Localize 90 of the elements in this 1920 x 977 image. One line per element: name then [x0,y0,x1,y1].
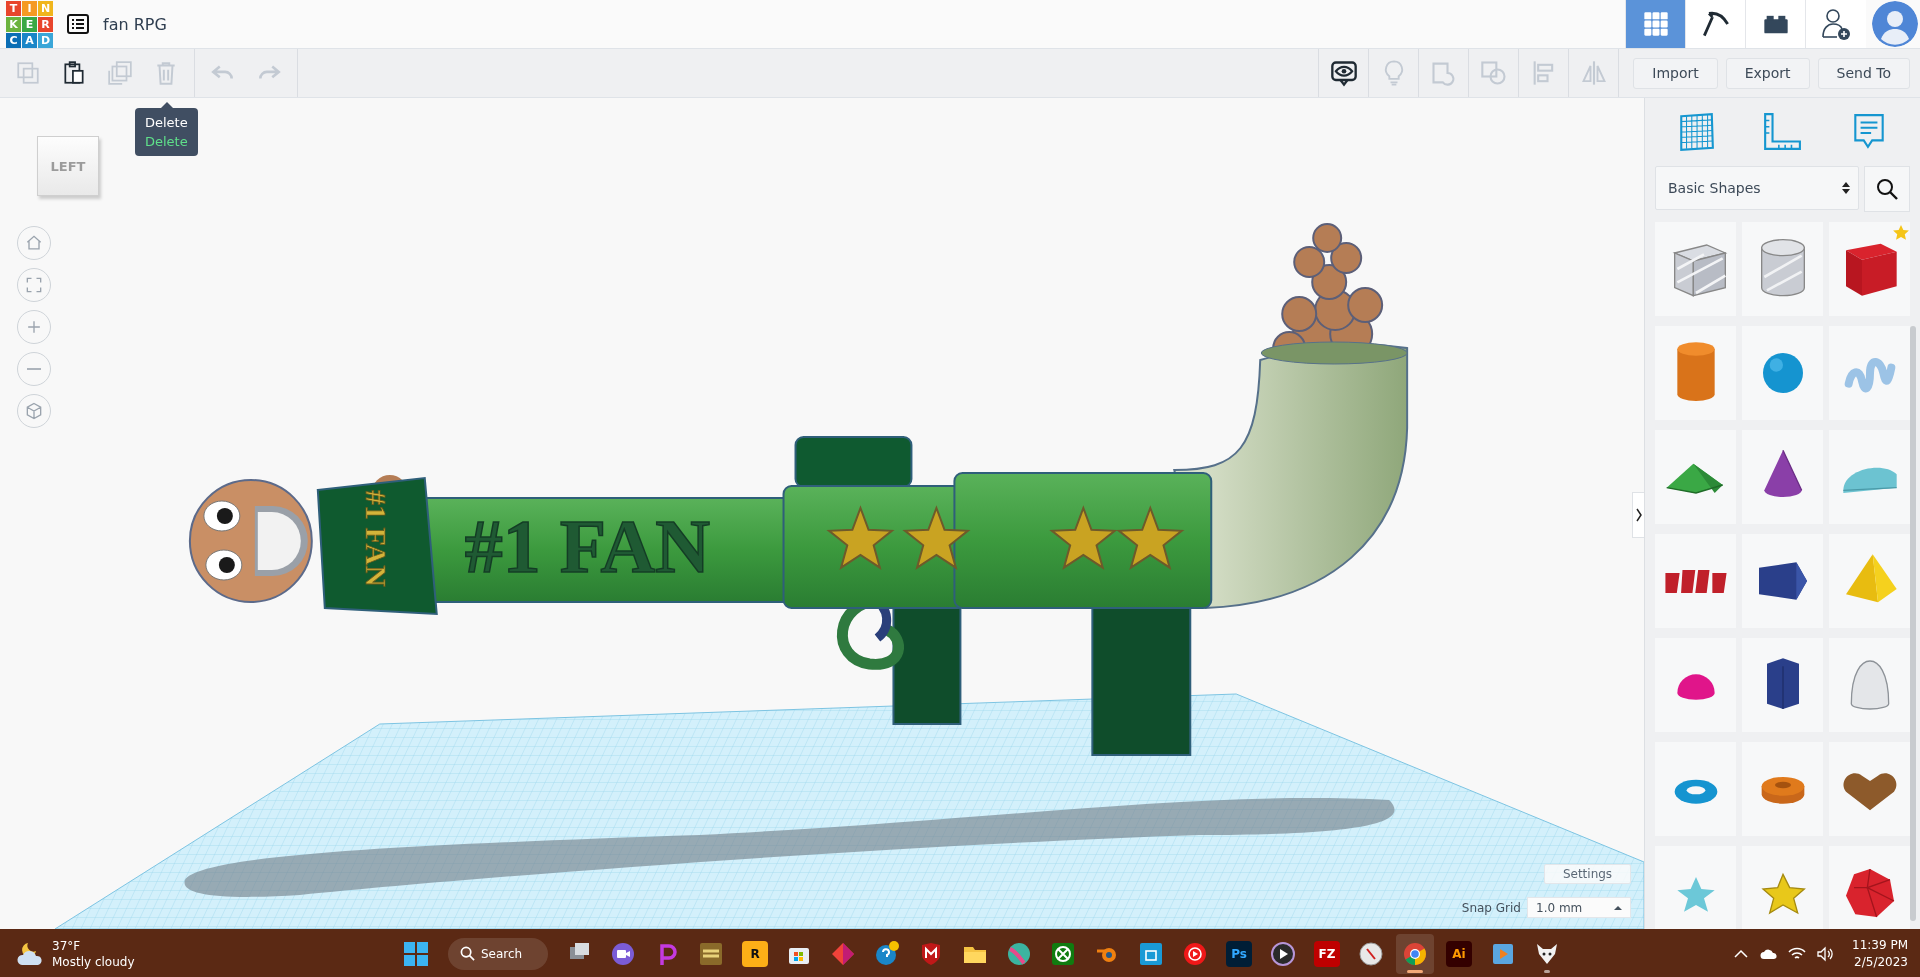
settings-button[interactable]: Settings [1544,864,1631,884]
snap-grid-label: Snap Grid [1461,900,1521,915]
caret-up-icon [1614,904,1622,911]
compass-icon [1358,940,1384,967]
shape-tile[interactable] [1742,222,1823,316]
xbox-icon [1050,940,1076,967]
shape-tile[interactable] [1742,430,1823,524]
snap-grid-dropdown[interactable]: 1.0 mm [1527,897,1631,918]
shopping-bag-icon [1138,940,1164,967]
add-user-icon[interactable] [1821,7,1851,41]
duplicate-icon [107,60,133,86]
shape-tile[interactable] [1655,638,1736,732]
shape-tile[interactable] [1829,742,1910,836]
tooltip-shortcut: Delete [145,133,188,151]
volume-icon[interactable] [1816,944,1834,963]
search-button[interactable] [1864,166,1910,212]
shape-tile[interactable] [1742,742,1823,836]
taskbar-app-button[interactable] [1396,933,1434,974]
taskbar-app-button[interactable]: FZ [1308,933,1346,974]
shape-tile[interactable] [1655,742,1736,836]
logo-tile[interactable]: C [6,32,21,48]
text-shape-icon [1663,567,1728,595]
shape-tile[interactable] [1655,222,1736,316]
clock-time[interactable]: 11:39 PM [1852,936,1908,954]
play-button-icon [1270,940,1296,967]
app-icon: FZ [1314,940,1340,967]
collapse-panel-button[interactable] [1632,492,1644,538]
app-icon: Ai [1446,940,1472,967]
copy-icon [15,60,41,86]
shape-category-dropdown[interactable]: Basic Shapes [1655,166,1859,210]
shape-tile[interactable] [1829,534,1910,628]
pickaxe-icon [1701,10,1730,38]
shape-tile[interactable] [1742,846,1823,929]
grid-icon [1641,10,1670,38]
search-icon [460,946,475,961]
clipboard-icon [61,60,87,86]
shape-tile[interactable] [1742,534,1823,628]
chrome-icon [1402,940,1428,967]
toolbar-button[interactable]: Export [1725,57,1810,89]
fit-view-icon [24,275,44,295]
app-icon: R [742,940,768,967]
clock-date[interactable]: 2/5/2023 [1854,953,1908,971]
shape-tile[interactable] [1829,326,1910,420]
weather-condition: Mostly cloudy [52,953,135,970]
sort-arrows-icon [1842,181,1850,195]
shape-tile[interactable] [1742,638,1823,732]
mirror-icon [1579,59,1608,87]
search-icon [1875,177,1899,201]
temperature: 37°F [52,937,82,954]
colorful-ball-icon [1006,940,1032,967]
launcher-model-drawing[interactable] [188,223,1409,756]
ruler-icon [1762,112,1803,152]
shape-tile[interactable] [1829,430,1910,524]
taskbar-app-button[interactable]: Ai [1440,933,1478,974]
tooltip-title: Delete [145,114,188,132]
shirt-lettering: #1 FAN [359,490,393,587]
diamond-icon [830,940,856,967]
shape-tile[interactable] [1655,846,1736,929]
taskbar-app-button[interactable]: Ps [1220,933,1258,974]
shape-tile[interactable] [1655,326,1736,420]
search-button[interactable]: Search [448,937,548,970]
shape-tile[interactable] [1655,534,1736,628]
barrel-lettering: #1 FAN [464,504,711,588]
toolbar-button[interactable]: Import [1633,57,1718,89]
shape-tile[interactable] [1829,638,1910,732]
taskbar-app-button[interactable]: R [736,933,774,974]
ungroup-icon [1479,59,1508,87]
app-icon: Ps [1226,940,1252,967]
brick-tab[interactable] [1745,0,1805,48]
toolbar-button[interactable]: Send To [1817,57,1910,89]
windows-logo-icon [403,940,429,967]
help-icon [874,940,900,967]
list-icon[interactable] [67,13,89,35]
eye-bubble-icon [1329,59,1358,87]
shape-tile[interactable] [1829,846,1910,929]
logo-tile[interactable]: R [38,16,53,32]
shape-tile[interactable] [1742,326,1823,420]
shape-tile[interactable] [1829,222,1910,316]
cube-view-icon [24,401,44,421]
game-icon [698,940,724,967]
logo-tile[interactable]: A [22,32,37,48]
chevron-right-icon [1634,507,1643,523]
music-play-icon [1182,940,1208,967]
logo-tile[interactable]: T [6,0,21,16]
design-title[interactable]: fan RPG [103,14,167,34]
video-call-icon [610,940,636,967]
pickaxe-tab[interactable] [1685,0,1745,48]
avatar-icon[interactable] [1872,1,1918,47]
home-icon [24,233,44,253]
shape-tile[interactable] [1655,430,1736,524]
